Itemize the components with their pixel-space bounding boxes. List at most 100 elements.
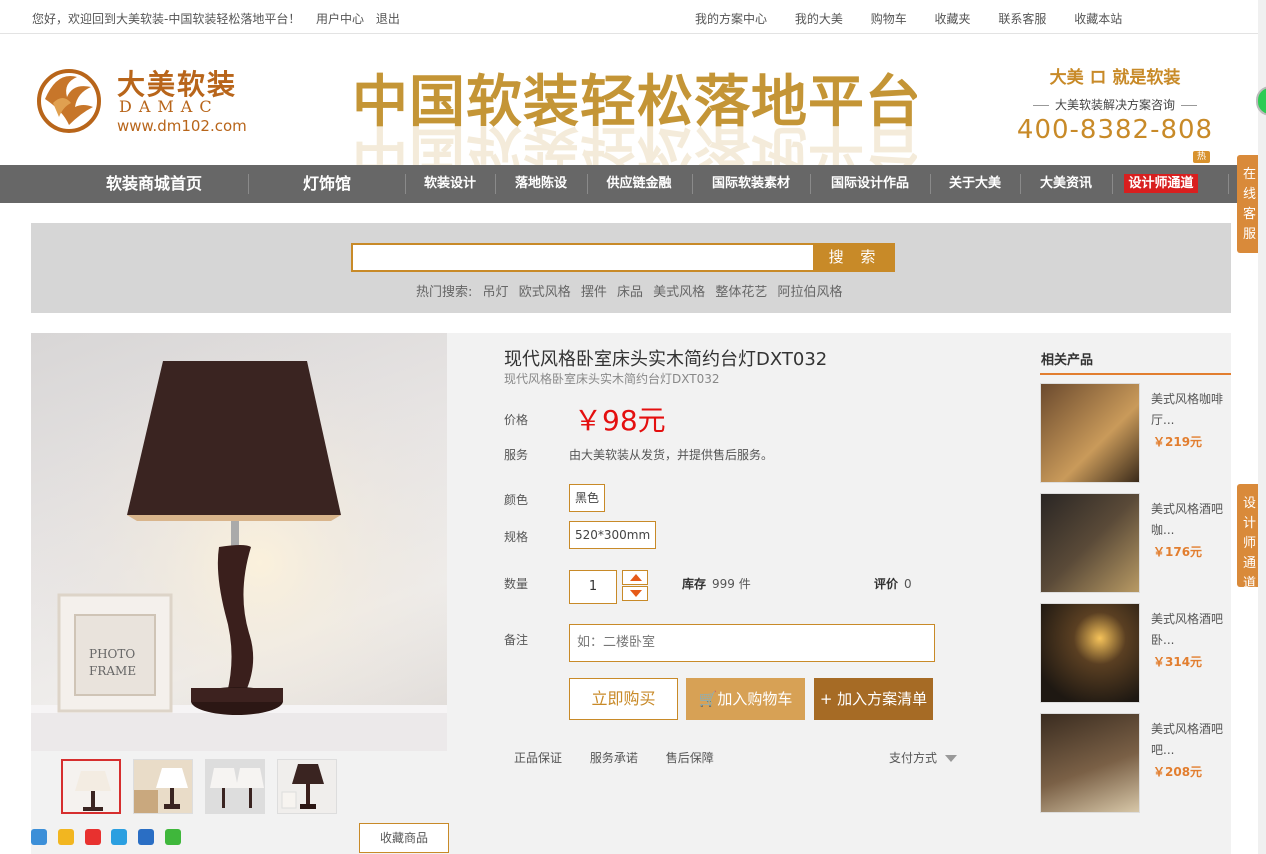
nav-item-materials[interactable]: 国际软装素材 bbox=[693, 165, 809, 203]
related-item[interactable]: 美式风格酒吧卧... ￥314元 bbox=[1040, 603, 1231, 705]
hotline-sub: 大美软装解决方案咨询 bbox=[1010, 96, 1220, 113]
add-to-cart-button[interactable]: 🛒加入购物车 bbox=[686, 678, 805, 720]
collect-button[interactable]: 收藏商品 bbox=[359, 823, 449, 853]
phoenix-logo-icon bbox=[37, 69, 101, 133]
chevron-down-icon bbox=[945, 755, 958, 762]
related-item[interactable]: 美式风格酒吧吧... ￥208元 bbox=[1040, 713, 1231, 815]
nav-divider bbox=[1228, 174, 1229, 194]
price-value: ￥98元 bbox=[574, 404, 666, 437]
nav-item-news[interactable]: 大美资讯 bbox=[1021, 165, 1111, 203]
thumbnail[interactable] bbox=[133, 759, 193, 814]
guarantee-item[interactable]: 售后保障 bbox=[666, 751, 714, 765]
hotline-title: 大美 ロ 就是软装 bbox=[1049, 68, 1181, 88]
my-damac-link[interactable]: 我的大美 bbox=[795, 10, 843, 27]
color-label: 颜色 bbox=[504, 493, 529, 507]
hot-term[interactable]: 阿拉伯风格 bbox=[777, 285, 842, 300]
contact-service-link[interactable]: 联系客服 bbox=[998, 10, 1046, 27]
hot-term[interactable]: 吊灯 bbox=[483, 285, 509, 300]
product-panel: PHOTO FRAME 收藏商品 现代风格卧室床头实木简约台灯DXT032 现代… bbox=[31, 333, 1231, 854]
svg-text:PHOTO: PHOTO bbox=[89, 647, 135, 661]
nav-item-works[interactable]: 国际设计作品 bbox=[811, 165, 929, 203]
nav-divider bbox=[248, 174, 249, 194]
buy-now-button[interactable]: 立即购买 bbox=[569, 678, 678, 720]
nav-item-lighting[interactable]: 灯饰馆 bbox=[262, 165, 392, 203]
related-name[interactable]: 美式风格酒吧吧... bbox=[1151, 719, 1231, 761]
logo-url: www.dm102.com bbox=[117, 117, 247, 135]
remark-label: 备注 bbox=[504, 633, 529, 647]
hot-term[interactable]: 整体花艺 bbox=[715, 285, 767, 300]
color-option[interactable]: 黑色 bbox=[569, 484, 606, 512]
spec-label: 规格 bbox=[504, 530, 529, 544]
bookmark-site-link[interactable]: 收藏本站 bbox=[1074, 10, 1122, 27]
top-bar: 您好，欢迎回到大美软装-中国软装轻松落地平台！ 用户中心 退出 我的方案中心 我… bbox=[0, 0, 1266, 34]
thumbnail[interactable] bbox=[205, 759, 265, 814]
related-price: ￥219元 bbox=[1153, 435, 1203, 449]
my-plan-center-link[interactable]: 我的方案中心 bbox=[695, 10, 767, 27]
slogan-reflection: 中国软装轻松落地平台 bbox=[352, 118, 917, 165]
quantity-input[interactable]: 1 bbox=[569, 570, 617, 604]
header: 大美软装 DAMAC www.dm102.com 中国软装轻松落地平台 中国软装… bbox=[0, 35, 1266, 165]
guarantee-item[interactable]: 服务承诺 bbox=[590, 751, 638, 765]
scrollbar[interactable] bbox=[1258, 0, 1266, 854]
hot-term[interactable]: 美式风格 bbox=[653, 285, 705, 300]
guarantee-item[interactable]: 正品保证 bbox=[514, 751, 562, 765]
qzone-icon[interactable] bbox=[57, 829, 74, 845]
product-title: 现代风格卧室床头实木简约台灯DXT032 bbox=[504, 349, 828, 370]
designer-channel-button[interactable]: 设计师通道 bbox=[1124, 174, 1198, 193]
logout-link[interactable]: 退出 bbox=[376, 12, 400, 26]
related-item[interactable]: 美式风格咖啡厅... ￥219元 bbox=[1040, 383, 1231, 485]
nav-item-about[interactable]: 关于大美 bbox=[931, 165, 1019, 203]
related-divider bbox=[1040, 373, 1231, 375]
related-image[interactable] bbox=[1040, 713, 1140, 813]
related-name[interactable]: 美式风格酒吧卧... bbox=[1151, 609, 1231, 651]
qty-label: 数量 bbox=[504, 577, 529, 591]
related-item[interactable]: 美式风格酒吧咖... ￥176元 bbox=[1040, 493, 1231, 595]
related-price: ￥176元 bbox=[1153, 545, 1203, 559]
hot-term[interactable]: 床品 bbox=[617, 285, 643, 300]
related-image[interactable] bbox=[1040, 493, 1140, 593]
wechat-icon[interactable] bbox=[165, 829, 182, 845]
nav-item-finance[interactable]: 供应链金融 bbox=[588, 165, 690, 203]
thumbnail[interactable] bbox=[277, 759, 337, 814]
nav-item-designer[interactable]: 设计师通道 bbox=[1116, 165, 1206, 203]
add-to-cart-label: 加入购物车 bbox=[717, 690, 793, 708]
qty-increase-icon[interactable] bbox=[622, 570, 648, 585]
product-main-image[interactable]: PHOTO FRAME bbox=[31, 333, 447, 751]
qq-icon[interactable] bbox=[111, 829, 128, 845]
spec-option[interactable]: 520*300mm bbox=[569, 521, 657, 549]
user-center-link[interactable]: 用户中心 bbox=[316, 12, 364, 26]
related-name[interactable]: 美式风格酒吧咖... bbox=[1151, 499, 1231, 541]
product-subtitle: 现代风格卧室床头实木简约台灯DXT032 bbox=[504, 372, 720, 386]
qty-decrease-icon[interactable] bbox=[622, 586, 648, 601]
related-name[interactable]: 美式风格咖啡厅... bbox=[1151, 389, 1231, 431]
share-plus-icon[interactable] bbox=[31, 829, 47, 845]
stock-label: 库存 bbox=[682, 577, 707, 591]
hot-term[interactable]: 欧式风格 bbox=[519, 285, 571, 300]
nav-item-design[interactable]: 软装设计 bbox=[406, 165, 494, 203]
rating-info: 评价 0 bbox=[874, 575, 912, 592]
payment-method[interactable]: 支付方式 bbox=[889, 749, 958, 766]
related-price: ￥314元 bbox=[1153, 655, 1203, 669]
price-label: 价格 bbox=[504, 413, 529, 427]
related-image[interactable] bbox=[1040, 603, 1140, 703]
thumbnail[interactable] bbox=[61, 759, 121, 814]
search-button[interactable]: 搜 索 bbox=[815, 243, 895, 272]
weibo-icon[interactable] bbox=[84, 829, 101, 845]
add-to-plan-button[interactable]: + 加入方案清单 bbox=[814, 678, 933, 720]
nav-item-display[interactable]: 落地陈设 bbox=[496, 165, 586, 203]
favorites-link[interactable]: 收藏夹 bbox=[935, 10, 971, 27]
related-image[interactable] bbox=[1040, 383, 1140, 483]
search-input[interactable] bbox=[351, 243, 815, 272]
logo-en: DAMAC bbox=[119, 97, 219, 116]
nav-item-mall-home[interactable]: 软装商城首页 bbox=[60, 165, 248, 203]
renren-icon[interactable] bbox=[138, 829, 155, 845]
logo[interactable]: 大美软装 DAMAC www.dm102.com bbox=[33, 63, 253, 135]
service-label: 服务 bbox=[504, 448, 529, 462]
cart-link[interactable]: 购物车 bbox=[871, 10, 907, 27]
hot-term[interactable]: 摆件 bbox=[581, 285, 607, 300]
remark-input[interactable]: 如：二楼卧室 bbox=[569, 624, 935, 662]
stock-info: 库存 999 件 bbox=[682, 575, 751, 592]
rating-value: 0 bbox=[904, 577, 912, 591]
stock-value: 999 件 bbox=[712, 577, 751, 591]
hotline-number: 400-8382-808 bbox=[1016, 115, 1214, 145]
